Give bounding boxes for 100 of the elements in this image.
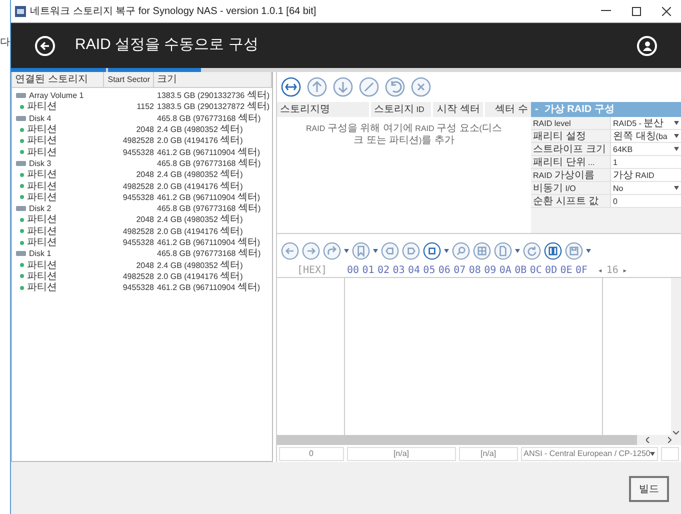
- caret-icon[interactable]: [373, 249, 378, 253]
- hex-column-header: 03: [392, 264, 405, 278]
- panel-icon[interactable]: [544, 242, 562, 260]
- maximize-icon: [632, 6, 640, 16]
- chevron-left-icon: [646, 437, 650, 443]
- build-button[interactable]: 빌드: [629, 476, 669, 502]
- link-icon[interactable]: [281, 77, 301, 97]
- tree-item[interactable]: Disk 1: [29, 248, 52, 260]
- encoding-dropdown[interactable]: ANSI - Central European / CP-1250: [520, 447, 658, 461]
- refresh-icon[interactable]: [523, 242, 541, 260]
- property-value[interactable]: 가상 RAID: [611, 169, 681, 181]
- caret-icon[interactable]: [515, 249, 520, 253]
- hex-column-header: 0F: [576, 264, 588, 278]
- hex-column-header: 0C: [530, 264, 542, 278]
- hex-column-header: 07: [454, 264, 466, 278]
- partition-dot-icon: [20, 172, 24, 177]
- column-header[interactable]: 스토리지 ID: [371, 102, 431, 117]
- next-button[interactable]: ▸: [622, 264, 628, 276]
- hex-label: [HEX]: [296, 264, 328, 278]
- tree-item[interactable]: 파티션: [27, 214, 57, 226]
- tree-item[interactable]: 파티션: [27, 101, 57, 112]
- empty-message: RAID 구성을 위해 여기에 RAID 구성 요소(디스크 또는 파티션)를 추가: [305, 123, 503, 147]
- tree-item[interactable]: 파티션: [27, 135, 57, 146]
- tree-item[interactable]: 파티션: [27, 270, 57, 282]
- prev-button[interactable]: ◂: [598, 264, 602, 276]
- tree-item[interactable]: Disk 2: [29, 203, 52, 214]
- hex-column-header: 04: [408, 264, 420, 278]
- size-text: 2.4 GB (4980352 섹터): [156, 260, 243, 271]
- column-header[interactable]: 시작 섹터: [433, 102, 483, 117]
- size-text: 2.0 GB (4194176 섹터): [156, 270, 243, 282]
- tree-item[interactable]: 파티션: [27, 124, 57, 136]
- undo-icon[interactable]: [385, 77, 405, 97]
- page-title: RAID 설정을 수동으로 구성: [75, 35, 258, 56]
- partition-dot-icon: [20, 218, 24, 222]
- bookmark-icon[interactable]: [352, 242, 370, 260]
- status-field: [n/a]: [346, 447, 456, 461]
- size-text: 465.8 GB (976773168 섹터): [156, 158, 261, 169]
- account-button[interactable]: [637, 36, 657, 56]
- dropdown[interactable]: No: [611, 182, 681, 194]
- user-icon: [642, 40, 652, 50]
- tree-item[interactable]: Disk 3: [29, 158, 52, 169]
- grid-icon[interactable]: [473, 242, 491, 260]
- tree-item[interactable]: 파티션: [27, 192, 57, 203]
- property-value[interactable]: 1: [611, 156, 681, 168]
- dropdown[interactable]: RAID5 - 분산: [611, 117, 681, 129]
- tree-item[interactable]: 파티션: [27, 169, 57, 180]
- column-header[interactable]: 크기: [154, 72, 272, 87]
- arrow-left-icon[interactable]: [281, 242, 299, 260]
- size-text: 2.0 GB (4194176 섹터): [156, 226, 243, 237]
- start-sector: 2048: [135, 124, 154, 136]
- column-header[interactable]: 섹터 수: [485, 102, 531, 117]
- caret-icon[interactable]: [444, 249, 449, 253]
- dropdown[interactable]: 왼쪽 대칭(ba: [611, 130, 681, 142]
- back-button[interactable]: [35, 36, 55, 56]
- status-field: 0: [279, 447, 344, 461]
- column-header[interactable]: Start Sector: [104, 72, 154, 87]
- back-arrow-icon: [40, 40, 50, 50]
- size-text: 2.0 GB (4194176 섹터): [156, 180, 243, 192]
- vertical-scrollbar[interactable]: [671, 278, 681, 435]
- search-icon[interactable]: [452, 242, 470, 260]
- caret-icon[interactable]: [586, 249, 591, 253]
- minimize-icon: [601, 10, 611, 12]
- save-icon[interactable]: [565, 242, 583, 260]
- start-sector: 4982528: [122, 226, 154, 237]
- dropdown[interactable]: 64KB: [611, 143, 681, 155]
- start-sector: 2048: [135, 260, 154, 271]
- arrow-up-icon[interactable]: [307, 77, 327, 97]
- tree-item[interactable]: 파티션: [27, 260, 57, 271]
- close-icon[interactable]: [411, 77, 431, 97]
- arrow-right-icon[interactable]: [302, 242, 320, 260]
- partition-dot-icon: [20, 229, 24, 234]
- jump-back-icon[interactable]: [381, 242, 399, 260]
- column-header[interactable]: 연결된 스토리지: [12, 72, 104, 87]
- tree-item[interactable]: 파티션: [27, 226, 57, 237]
- hex-column-header: 0A: [499, 264, 512, 278]
- horizontal-scrollbar[interactable]: [277, 435, 637, 445]
- tree-item[interactable]: 파티션: [27, 146, 57, 158]
- tree-item[interactable]: Disk 4: [29, 112, 52, 124]
- property-value[interactable]: 0: [611, 195, 681, 207]
- selection-icon[interactable]: [423, 242, 441, 260]
- size-text: 465.8 GB (976773168 섹터): [156, 248, 261, 260]
- tree-item[interactable]: 파티션: [27, 237, 57, 248]
- redo-icon[interactable]: [323, 242, 341, 260]
- jump-forward-icon[interactable]: [402, 242, 420, 260]
- column-header[interactable]: 스토리지명: [277, 102, 369, 117]
- hex-column-header: 08: [468, 264, 481, 278]
- hex-column-header: 01: [362, 264, 374, 278]
- partition-dot-icon: [20, 195, 24, 200]
- arrow-down-icon[interactable]: [333, 77, 353, 97]
- caret-icon[interactable]: [344, 249, 349, 253]
- tree-item[interactable]: 파티션: [27, 180, 57, 192]
- start-sector: 4982528: [122, 270, 154, 282]
- tree-item[interactable]: 파티션: [27, 282, 57, 294]
- partition-dot-icon: [20, 240, 24, 244]
- status-field: [n/a]: [458, 447, 518, 461]
- size-text: 1383.5 GB (2901327872 섹터): [156, 101, 270, 112]
- partition-dot-icon: [20, 184, 24, 188]
- size-text: 2.4 GB (4980352 섹터): [156, 124, 243, 136]
- document-icon[interactable]: [494, 242, 512, 260]
- tree-item[interactable]: Array Volume 1: [29, 90, 84, 102]
